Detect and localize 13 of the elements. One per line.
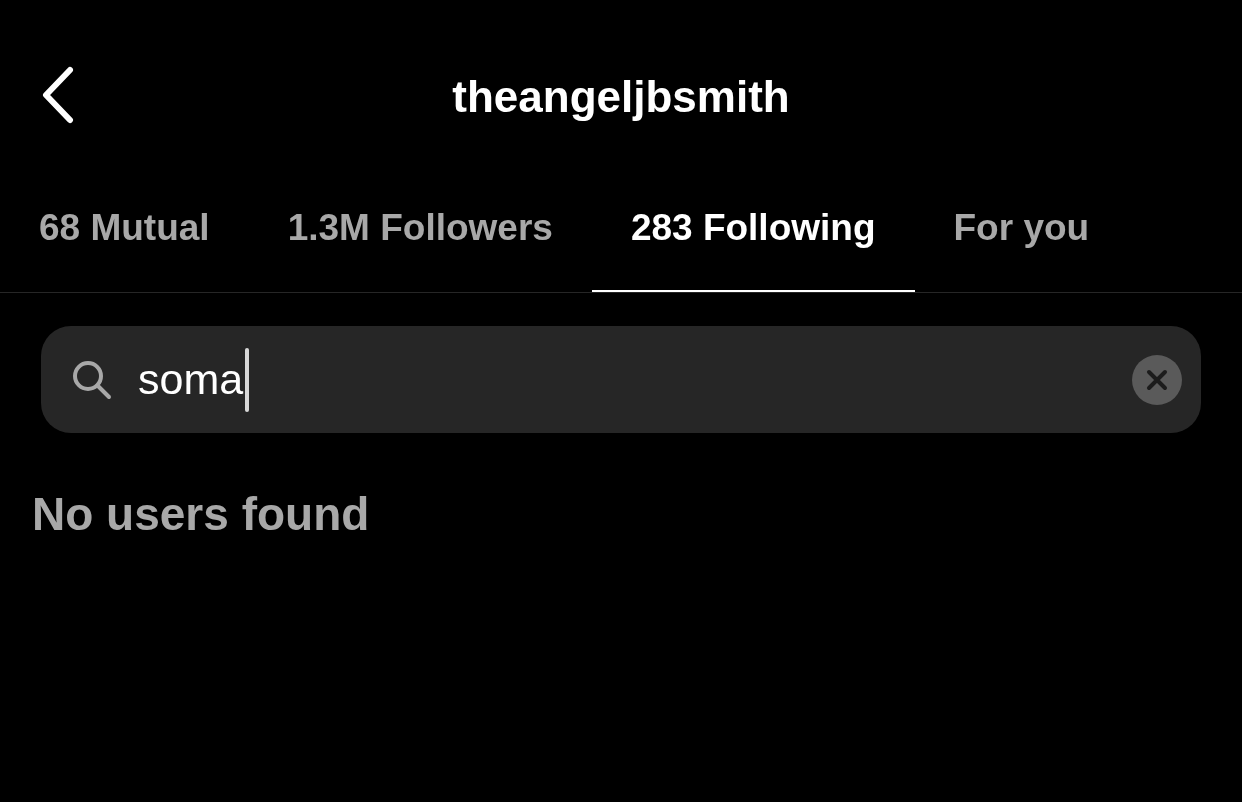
tab[interactable]: 283 Following [591,192,915,292]
search-field[interactable]: soma [41,326,1201,433]
tab[interactable]: For you [914,192,1129,292]
tab[interactable]: 68 Mutual [0,192,249,292]
empty-state-message: No users found [32,491,371,537]
back-chevron-icon [40,66,76,124]
clear-button[interactable] [1132,354,1182,405]
close-icon [1146,368,1168,391]
profile-username: theangeljbsmith [452,75,790,119]
tab[interactable]: 1.3M Followers [248,192,592,292]
text-cursor [245,347,250,412]
search-icon [71,358,113,401]
search-query: soma [138,358,244,401]
